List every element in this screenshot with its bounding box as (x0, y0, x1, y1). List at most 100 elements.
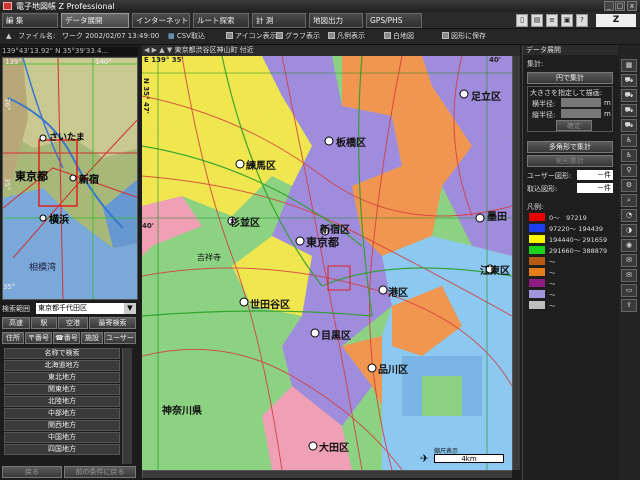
legend-swatch (529, 224, 545, 232)
station-button[interactable]: 駅 (31, 317, 57, 329)
prev-condition-button[interactable]: 前の条件に戻る (64, 466, 136, 478)
legend-row: 〜 (527, 278, 615, 288)
icon-display-toggle[interactable]: アイコン表示 (226, 30, 277, 43)
nav-arrows-icon[interactable]: ◀ ▶ ▲ ▼ (144, 46, 172, 54)
layer-icon[interactable]: ▦ (621, 59, 637, 72)
app-icon (3, 2, 12, 10)
tab-phone[interactable]: ☎番号 (53, 332, 80, 344)
tab-edit[interactable]: 編 集 (2, 13, 58, 28)
zoom-icon[interactable]: ⌕ (621, 194, 637, 207)
confirm-button[interactable]: 確定 (556, 120, 592, 131)
checkbox-icon (442, 32, 449, 39)
list-item[interactable]: 北海道地方 (4, 360, 120, 371)
tab-route-search[interactable]: ルート探索 (193, 13, 249, 28)
map-lat-top: N 35° 47' (142, 78, 150, 114)
map-vscrollbar[interactable] (512, 56, 520, 470)
mini-lon-right: 140° (95, 58, 112, 66)
folder-icon[interactable]: ▭ (621, 284, 637, 297)
map-hscrollbar[interactable] (142, 470, 512, 478)
tab-internet[interactable]: インターネット (132, 13, 190, 28)
circle-aggregate-button[interactable]: 円で集計 (527, 72, 613, 84)
wheelchair-icon[interactable]: ♿ (621, 149, 637, 162)
vehicle-icon[interactable]: ⛟ (621, 104, 637, 117)
settings-icon[interactable]: ⚙ (621, 179, 637, 192)
width-input[interactable] (561, 98, 601, 107)
legend-range: 0〜 97219 (549, 214, 587, 222)
tab-user[interactable]: ユーザー (104, 332, 136, 344)
size-hint: 大きさを指定して描画: (530, 89, 603, 97)
list-item[interactable]: 名称で検索 (4, 348, 120, 359)
save-figure-button[interactable]: 図形に保存 (442, 30, 486, 43)
legend-swatch (529, 301, 545, 309)
tab-facility[interactable]: 施設 (81, 332, 103, 344)
bottom-buttons: 戻る 前の条件に戻る (2, 466, 138, 479)
truck-icon[interactable]: ⛟ (621, 119, 637, 132)
label-tokyo: 東京都 (306, 236, 339, 249)
mail-icon[interactable]: ✉ (621, 254, 637, 267)
tab-measure[interactable]: 計 測 (252, 13, 306, 28)
csv-import-button[interactable]: ▦ CSV取込 (168, 30, 205, 43)
graph-display-toggle[interactable]: グラフ表示 (276, 30, 320, 43)
legend-title: 凡例: (527, 203, 544, 211)
car-icon[interactable]: ⛟ (621, 74, 637, 87)
bus-icon[interactable]: ⛟ (621, 89, 637, 102)
label-itabashi: 板橋区 (336, 138, 366, 149)
nearest-search-button[interactable]: 最寄検索 (89, 317, 136, 329)
checkbox-icon (384, 32, 391, 39)
minimize-button[interactable]: _ (604, 1, 614, 11)
user-figure-label: ユーザー図形: (527, 172, 572, 180)
csv-import-label: CSV取込 (176, 32, 205, 40)
pie-chart-icon[interactable]: ◑ (621, 224, 637, 237)
tab-data-expand[interactable]: データ展開 (61, 13, 129, 28)
search-range-select[interactable]: 東京都千代田区 (36, 303, 124, 314)
search-buttons: 高速 駅 空港 最寄検索 (2, 317, 138, 330)
list-item[interactable]: 関東地方 (4, 384, 120, 395)
height-input[interactable] (561, 109, 601, 118)
list-item[interactable]: 東北地方 (4, 372, 120, 383)
legend-swatch (529, 257, 545, 265)
rect-aggregate-button[interactable]: 矩形集計 (527, 155, 613, 167)
window-icon[interactable]: ▣ (561, 14, 573, 27)
open-doc-icon[interactable]: ▤ (531, 14, 543, 27)
mail-open-icon[interactable]: ✉ (621, 269, 637, 282)
pie-icon[interactable]: ◔ (621, 209, 637, 222)
map-lon-right: 40' (489, 56, 501, 64)
list-item[interactable]: 中部地方 (4, 408, 120, 419)
tab-address[interactable]: 住所 (2, 332, 24, 344)
list-item[interactable]: 中国地方 (4, 432, 120, 443)
walk-icon[interactable]: ♿ (621, 134, 637, 147)
list-item[interactable]: 北陸地方 (4, 396, 120, 407)
back-button[interactable]: 戻る (2, 466, 62, 478)
width-label: 横半径: (532, 100, 556, 108)
legend-swatch (529, 213, 545, 221)
maximize-button[interactable]: □ (615, 1, 625, 11)
up-arrow-icon[interactable]: ▲ (6, 30, 11, 43)
mini-label-tokyo: 東京都 (15, 170, 48, 183)
legend-range: 〜 (549, 269, 556, 277)
airport-button[interactable]: 空港 (58, 317, 88, 329)
mini-label-saitama: さいたま (49, 133, 85, 143)
list-item[interactable]: 関西地方 (4, 420, 120, 431)
highway-button[interactable]: 高速 (2, 317, 30, 329)
list-icon[interactable]: ≡ (546, 14, 558, 27)
help-icon[interactable]: ? (576, 14, 588, 27)
main-map[interactable]: E 139° 35' 40' N 35° 47' 40' 足立区 板橋区 練馬区… (142, 56, 512, 470)
legend-display-toggle[interactable]: 凡例表示 (328, 30, 365, 43)
overview-map[interactable]: 139° 140° 36° 35° 35° さいたま 東京都 新宿 横浜 相模湾 (2, 57, 138, 300)
eye-icon[interactable]: ◉ (621, 239, 637, 252)
white-map-toggle[interactable]: 白地図 (384, 30, 414, 43)
close-button[interactable]: x (627, 1, 637, 11)
export-icon[interactable]: ⇪ (621, 299, 637, 312)
tab-map-output[interactable]: 地図出力 (309, 13, 363, 28)
tab-gps-phs[interactable]: GPS/PHS (366, 13, 422, 28)
list-scrollbar[interactable] (122, 348, 132, 464)
map-lon-left: E 139° 35' (144, 56, 184, 64)
polygon-aggregate-button[interactable]: 多角形で集計 (527, 141, 613, 153)
list-item[interactable]: 四国地方 (4, 444, 120, 455)
new-doc-icon[interactable]: ▯ (516, 14, 528, 27)
person-icon[interactable]: ⚲ (621, 164, 637, 177)
legend-range: 〜 (549, 302, 556, 310)
tab-postal[interactable]: 〒番号 (25, 332, 52, 344)
left-panel: 139°43'13.92" N 35°39'33.4... 139° 140° … (0, 45, 140, 480)
chevron-down-icon[interactable]: ▼ (124, 303, 136, 314)
